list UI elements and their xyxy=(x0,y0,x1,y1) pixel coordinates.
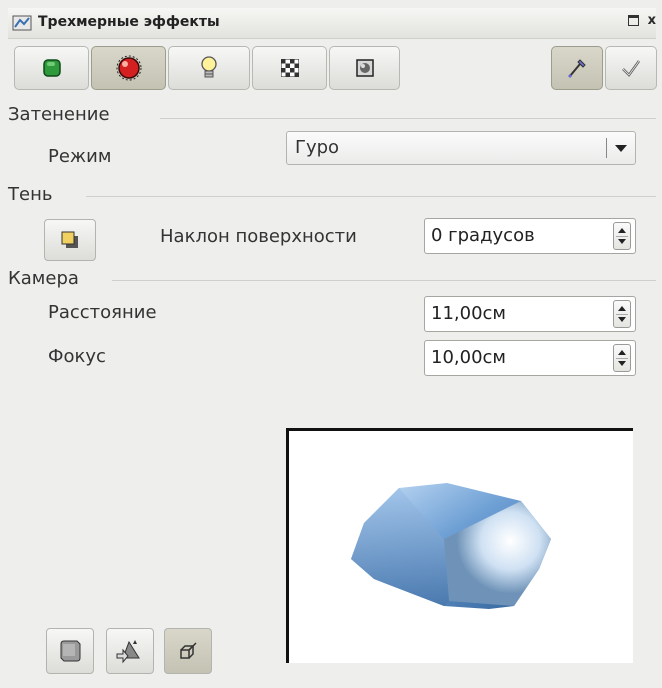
distance-label: Расстояние xyxy=(48,302,157,323)
material-icon xyxy=(355,59,374,77)
surface-angle-field[interactable]: 0 градусов xyxy=(424,218,636,254)
textures-checker-icon xyxy=(280,59,299,77)
shading-divider xyxy=(160,118,656,119)
spin-divider xyxy=(616,236,628,237)
spin-down-icon xyxy=(618,239,626,244)
restore-button[interactable] xyxy=(628,15,640,26)
shading-sphere-icon xyxy=(116,55,141,81)
spin-down-icon xyxy=(618,317,626,322)
spin-up-icon xyxy=(618,306,626,311)
title-bar: Трехмерные эффекты x xyxy=(8,8,656,39)
close-button[interactable]: x xyxy=(648,13,656,28)
perspective-toggle-button[interactable] xyxy=(164,628,212,674)
shading-mode-label: Режим xyxy=(48,146,112,167)
distance-spinner[interactable] xyxy=(613,300,631,328)
shading-mode-select[interactable]: Гуро xyxy=(286,131,636,165)
surface-angle-value: 0 градусов xyxy=(431,225,535,246)
surface-angle-label: Наклон поверхности xyxy=(160,226,357,247)
camera-section-header: Камера xyxy=(8,268,79,289)
3d-preview[interactable] xyxy=(286,428,633,663)
window-controls: x xyxy=(624,13,656,28)
spin-divider xyxy=(616,314,628,315)
distance-field[interactable]: 11,00см xyxy=(424,296,636,332)
convert-to-3d-icon xyxy=(60,640,81,662)
combo-separator xyxy=(606,138,607,158)
camera-divider xyxy=(112,280,656,281)
assign-button[interactable] xyxy=(551,46,603,90)
pipette-icon xyxy=(567,59,586,79)
focus-label: Фокус xyxy=(48,346,106,367)
shading-mode-value: Гуро xyxy=(295,137,340,158)
spin-divider xyxy=(616,358,628,359)
convert-to-rotation-object-icon xyxy=(116,640,140,664)
apply-button[interactable] xyxy=(605,46,657,90)
spin-down-icon xyxy=(618,361,626,366)
shadow-section-header: Тень xyxy=(8,184,53,205)
shading-section-header: Затенение xyxy=(8,104,110,125)
chevron-down-icon xyxy=(615,145,627,152)
convert-to-3d-button[interactable] xyxy=(46,628,94,674)
shading-button[interactable] xyxy=(91,46,166,90)
shadow-divider xyxy=(86,196,656,197)
surface-angle-spinner[interactable] xyxy=(613,222,631,250)
shadow-toggle-button[interactable] xyxy=(44,219,96,261)
geometry-cube-icon xyxy=(42,59,61,77)
geometry-button[interactable] xyxy=(14,46,89,90)
focus-value: 10,00см xyxy=(431,347,507,368)
perspective-toggle-icon xyxy=(180,642,197,659)
3d-effects-panel: Трехмерные эффекты x Затенение Режим Гур… xyxy=(0,0,662,688)
shadow-icon xyxy=(61,231,78,248)
convert-to-rotation-button[interactable] xyxy=(106,628,154,674)
distance-value: 11,00см xyxy=(431,303,507,324)
illumination-bulb-icon xyxy=(201,56,217,78)
spin-up-icon xyxy=(618,228,626,233)
illumination-button[interactable] xyxy=(168,46,250,90)
apply-checkmark-icon xyxy=(622,60,641,77)
textures-button[interactable] xyxy=(252,46,327,90)
panel-app-icon xyxy=(12,15,32,31)
window-title: Трехмерные эффекты xyxy=(38,14,220,30)
material-button[interactable] xyxy=(329,46,400,90)
spin-up-icon xyxy=(618,350,626,355)
focus-spinner[interactable] xyxy=(613,344,631,372)
focus-field[interactable]: 10,00см xyxy=(424,340,636,376)
3d-object-preview xyxy=(351,483,551,609)
